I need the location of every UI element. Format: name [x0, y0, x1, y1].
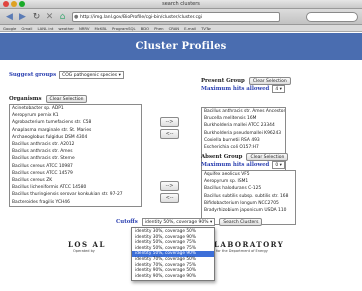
cutoffs-link[interactable]: Cutoffs [116, 219, 138, 225]
browser-toolbar: ◀ ▶ ↻ ✕ ⌂ ● http://img.lanl.gov/BioProfi… [0, 9, 362, 25]
present-organism-option[interactable]: Coxiella burnetii RSA 493 [202, 137, 285, 144]
absent-organism-option[interactable]: Bacillus halodurans C-125 [202, 185, 295, 192]
suggest-groups-value: COG pathogenic species [62, 73, 118, 78]
organism-option[interactable]: Bacillus cereus ATCC 10987 [10, 163, 141, 170]
present-group-label: Present Group [201, 78, 245, 84]
home-icon[interactable]: ⌂ [57, 12, 68, 23]
absent-max-hits-link[interactable]: Maximum hits allowed [201, 162, 269, 168]
footer-logo-left: LOS AL [68, 240, 106, 249]
present-max-hits-link[interactable]: Maximum hits allowed [201, 86, 269, 92]
suggest-groups-select[interactable]: COG pathogenic species ▾ [59, 71, 124, 79]
remove-from-absent-button[interactable]: <-- [160, 193, 179, 203]
reload-icon[interactable]: ↻ [31, 12, 42, 23]
address-bar[interactable]: ● http://img.lanl.gov/BioProfile/cgi-bin… [72, 12, 280, 22]
organism-option[interactable]: Bacteroides thetaiotaomicron VPI-5482 [10, 206, 141, 207]
page-header: Cluster Profiles [0, 33, 362, 60]
organism-option[interactable]: Bacillus anthracis str. Ames [10, 148, 141, 155]
organism-option[interactable]: Bacillus licheniformis ATCC 14580 [10, 184, 141, 191]
bookmark-item[interactable]: McKBL [94, 26, 107, 31]
absent-max-hits-row: Maximum hits allowed 0 ▾ [201, 161, 285, 169]
window-title-bar: search clusters [0, 0, 362, 9]
cutoff-dropdown-menu[interactable]: identity 30%, coverage 50% identity 30%, … [131, 227, 215, 282]
bookmark-item[interactable]: Gmail [21, 26, 32, 31]
cutoff-row: Cutoffs identity 50%, coverage 90% ▾ Sea… [116, 218, 263, 226]
organism-option[interactable]: Anaplasma marginale str. St. Maries [10, 127, 141, 134]
bookmark-item[interactable]: TVTw [201, 26, 211, 31]
bookmark-item[interactable]: weather [58, 26, 74, 31]
bookmark-item[interactable]: CRAN [169, 26, 180, 31]
footer-sub-left: Operated by [73, 249, 95, 253]
bookmark-item[interactable]: ProgramSQL [112, 26, 136, 31]
bookmark-item[interactable]: NRRV [79, 26, 90, 31]
suggest-groups-link[interactable]: Suggest groups [9, 72, 56, 78]
bookmarks-bar: Google Gmail LANL int weather NRRV McKBL Progr… [0, 25, 362, 32]
absent-max-hits-select[interactable]: 0 ▾ [272, 161, 285, 169]
present-max-hits-select[interactable]: 4 ▾ [272, 85, 285, 93]
window-title: search clusters [162, 1, 200, 7]
cutoff-option[interactable]: identity 90%, coverage 90% [132, 274, 214, 280]
organisms-listbox[interactable]: Acinetobacter sp. ADP1 Aeropyrum pernix K… [9, 104, 142, 207]
organism-option[interactable]: Bacteroides fragilis YCH46 [10, 199, 141, 206]
stop-icon[interactable]: ✕ [44, 12, 55, 23]
present-max-hits-value: 4 [275, 87, 279, 92]
absent-max-hits-value: 0 [275, 163, 279, 168]
back-arrow-icon[interactable]: ◀ [4, 12, 15, 23]
add-to-present-button[interactable]: --> [160, 117, 179, 127]
forward-arrow-icon[interactable]: ▶ [17, 12, 28, 23]
main-content: Suggest groups COG pathogenic species ▾ … [0, 60, 362, 291]
organism-option[interactable]: Bacillus thuringiensis serovar konkukian… [10, 191, 141, 198]
absent-organism-option[interactable]: Bifidobacterium longum NCC2705 [202, 200, 295, 207]
browser-search-input[interactable] [306, 12, 358, 22]
cutoff-select[interactable]: identity 50%, coverage 90% ▾ [141, 218, 216, 226]
absent-organism-option[interactable]: Bacillus subtilis subsp. subtilis str. 1… [202, 193, 295, 200]
search-clusters-button[interactable]: Search Clusters [219, 218, 263, 226]
absent-group-label: Absent Group [201, 154, 243, 160]
present-organism-option[interactable]: Burkholderia pseudomallei K96243 [202, 130, 285, 137]
organism-option[interactable]: Archaeoglobus fulgidus DSM 4304 [10, 134, 141, 141]
organism-option[interactable]: Bacillus cereus ATCC 14579 [10, 170, 141, 177]
site-icon: ● [74, 14, 79, 20]
url-text: http://img.lanl.gov/BioProfile/cgi-bin/c… [80, 15, 203, 20]
add-to-absent-button[interactable]: --> [160, 181, 179, 191]
bookmark-item[interactable]: E-mail [184, 26, 196, 31]
absent-group-listbox[interactable]: Aquifex aeolicus VF5 Aeropyrum sp. ISM1 Ba… [201, 170, 296, 225]
bookmark-item[interactable]: BDO [141, 26, 150, 31]
organisms-header: Organisms Clear Selection [9, 95, 88, 103]
footer-sub-right: for the Department of Energy [216, 249, 268, 253]
footer-logo-right: LABORATORY [214, 240, 285, 249]
absent-organism-option[interactable]: Aeropyrum sp. ISM1 [202, 178, 295, 185]
organism-option[interactable]: Bacillus anthracis str. Sterne [10, 155, 141, 162]
organism-option[interactable]: Bacillus anthracis str. A2012 [10, 141, 141, 148]
bookmark-item[interactable]: Phen [154, 26, 163, 31]
organism-option[interactable]: Agrobacterium tumefaciens str. C58 [10, 119, 141, 126]
present-organism-option[interactable]: Burkholderia mallei ATCC 23344 [202, 122, 285, 129]
present-organism-option[interactable]: Bacillus anthracis str. Ames Ancestor [202, 108, 285, 115]
page-title: Cluster Profiles [135, 41, 227, 52]
absent-group-header: Absent Group Clear Selection [201, 153, 289, 161]
organisms-label: Organisms [9, 96, 42, 102]
present-organism-option[interactable]: Brucella melitensis 16M [202, 115, 285, 122]
present-max-hits-row: Maximum hits allowed 4 ▾ [201, 85, 285, 93]
absent-clear-button[interactable]: Clear Selection [246, 153, 289, 161]
organism-option[interactable]: Acinetobacter sp. ADP1 [10, 105, 141, 112]
organism-option[interactable]: Bacillus cereus ZK [10, 177, 141, 184]
cutoff-value: identity 50%, coverage 90% [144, 220, 209, 225]
present-clear-button[interactable]: Clear Selection [248, 77, 291, 85]
organism-option[interactable]: Aeropyrum pernix K1 [10, 112, 141, 119]
absent-organism-option[interactable]: Aquifex aeolicus VF5 [202, 171, 295, 178]
organisms-clear-button[interactable]: Clear Selection [45, 95, 88, 103]
present-group-header: Present Group Clear Selection [201, 77, 291, 85]
absent-organism-option[interactable]: Bradyrhizobium japonicum USDA 110 [202, 207, 295, 214]
suggest-groups-row: Suggest groups COG pathogenic species ▾ [9, 71, 124, 79]
present-organism-option[interactable]: Escherichia coli O157:H7 [202, 144, 285, 151]
bookmark-item[interactable]: Google [3, 26, 16, 31]
bookmark-item[interactable]: LANL int [37, 26, 53, 31]
remove-from-present-button[interactable]: <-- [160, 129, 179, 139]
